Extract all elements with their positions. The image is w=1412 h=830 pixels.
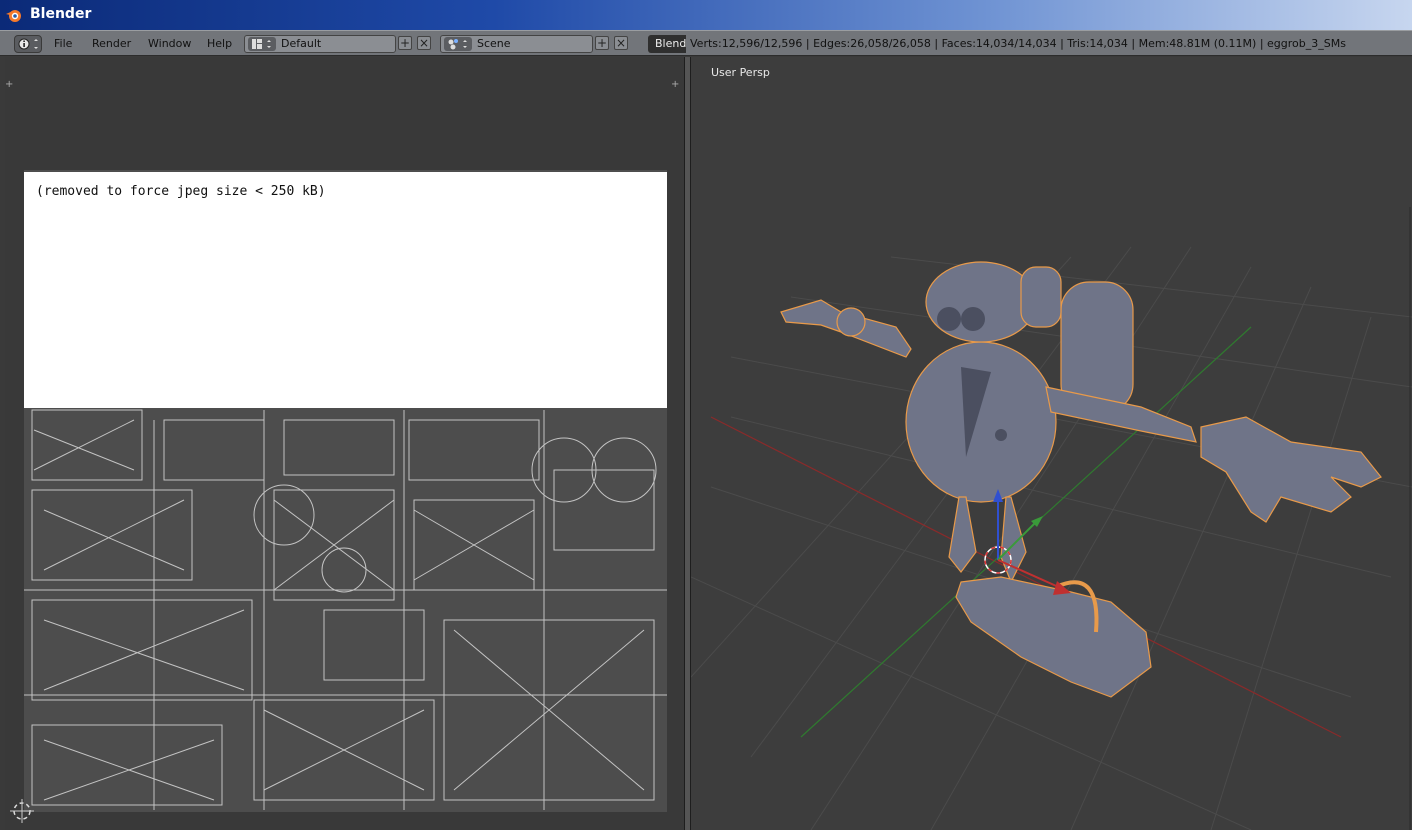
layout-icon: [248, 37, 276, 51]
blender-logo-icon: [6, 10, 21, 22]
add-scene-button[interactable]: +: [595, 36, 609, 50]
menu-window[interactable]: Window: [142, 35, 197, 53]
info-header: File Render Window Help Default + × Scen…: [0, 30, 1412, 56]
window-title: Blender: [30, 6, 92, 22]
menu-help[interactable]: Help: [201, 35, 238, 53]
notice-text: (removed to force jpeg size < 250 kB): [36, 184, 326, 199]
info-icon: [18, 38, 38, 50]
delete-scene-button[interactable]: ×: [614, 36, 628, 50]
layout-name: Default: [281, 37, 322, 50]
uv-2d-cursor-icon: [10, 799, 34, 823]
scene-selector[interactable]: Scene: [440, 35, 593, 53]
removed-image-notice: (removed to force jpeg size < 250 kB): [24, 172, 667, 408]
scene-statistics: Verts:12,596/12,596 | Edges:26,058/26,05…: [690, 37, 1346, 50]
toolshelf-edge: [1409, 207, 1411, 830]
uv-image-editor[interactable]: + + (removed to force jpeg size < 250 kB…: [5, 57, 684, 830]
render-engine-selector[interactable]: Blend: [648, 35, 686, 53]
area-split-widget-top-right[interactable]: +: [671, 79, 679, 90]
screen-layout-selector[interactable]: Default: [244, 35, 396, 53]
delete-layout-button[interactable]: ×: [417, 36, 431, 50]
scene-name: Scene: [477, 37, 511, 50]
area-divider[interactable]: [684, 57, 691, 830]
menu-render[interactable]: Render: [86, 35, 137, 53]
menu-file[interactable]: File: [48, 35, 78, 53]
viewport-scene: [691, 246, 1412, 830]
scene-icon: [444, 37, 472, 51]
add-layout-button[interactable]: +: [398, 36, 412, 50]
area-split-widget-top-left[interactable]: +: [5, 79, 13, 90]
editor-type-button[interactable]: [14, 35, 42, 53]
title-bar: Blender: [0, 0, 1412, 30]
3d-viewport[interactable]: User Persp: [691, 57, 1412, 830]
